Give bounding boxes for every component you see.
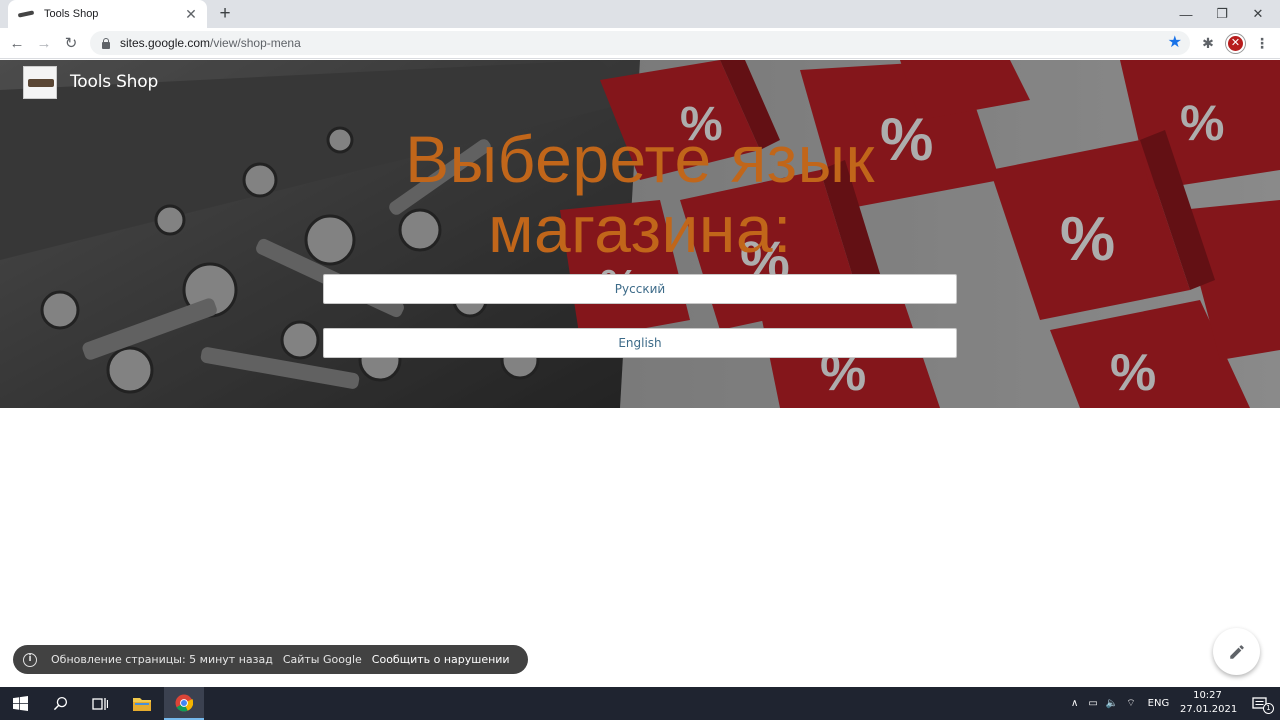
language-button-russian[interactable]: Русский [323,274,957,304]
page-updated-text: Обновление страницы: 5 минут назад [51,653,273,666]
profile-avatar[interactable]: ✕ [1226,34,1245,53]
browser-tab-strip: Tools Shop ✕ + — ❐ ✕ [0,0,1280,28]
taskbar-clock[interactable]: 10:27 27.01.2021 [1180,689,1238,717]
extensions-puzzle-icon[interactable]: ✱ [1198,33,1218,53]
start-button[interactable] [0,687,40,720]
info-icon[interactable]: i [23,652,37,667]
battery-icon[interactable]: ▭ [1088,698,1097,709]
task-view-button[interactable] [80,687,120,720]
site-logo[interactable] [23,66,57,99]
url-host: sites.google.com [120,36,211,50]
clock-date: 27.01.2021 [1180,704,1238,715]
tab-close-icon[interactable]: ✕ [183,6,199,22]
headline-line-2: магазина: [488,192,792,266]
language-button-english[interactable]: English [323,328,957,358]
lock-icon [100,37,112,49]
folder-icon [133,698,151,711]
hero-banner: % % % % % % % % Tools Shop Выберете язык… [0,60,1280,408]
browser-tab[interactable]: Tools Shop ✕ [8,0,207,28]
file-explorer-button[interactable] [122,687,162,720]
chevron-up-icon[interactable]: ∧ [1071,698,1078,709]
browser-toolbar: ← → ↻ sites.google.com /view/shop-mena ★… [0,28,1280,59]
forward-button[interactable]: → [33,33,55,55]
headline-line-1: Выберете язык [405,122,875,196]
site-title[interactable]: Tools Shop [70,72,158,92]
task-view-icon [92,697,108,710]
chrome-taskbar-button[interactable] [164,687,204,720]
google-sites-link[interactable]: Сайты Google [283,653,362,666]
input-language[interactable]: ENG [1148,698,1170,709]
volume-icon[interactable]: 🔈 [1106,698,1118,709]
report-abuse-link[interactable]: Сообщить о нарушении [372,653,510,666]
site-footer-bar: i Обновление страницы: 5 минут назад Сай… [13,645,528,674]
restore-button[interactable]: ❐ [1204,0,1240,28]
search-button[interactable] [40,687,80,720]
browser-menu-icon[interactable]: ⋮ [1252,33,1272,53]
tools-favicon-icon [18,9,36,19]
windows-taskbar: ∧ ▭ 🔈 ⌔ ENG 10:27 27.01.2021 1 [0,687,1280,720]
clock-time: 10:27 [1193,690,1222,701]
chrome-icon [175,694,193,711]
url-path: /view/shop-mena [210,36,301,50]
windows-logo-icon [12,696,28,711]
wifi-icon[interactable]: ⌔ [1126,697,1135,710]
new-tab-button[interactable]: + [214,4,236,24]
back-button[interactable]: ← [6,33,28,55]
close-window-button[interactable]: ✕ [1240,0,1276,28]
search-icon [53,696,67,711]
notification-count-badge: 1 [1263,703,1274,714]
pencil-icon [1229,644,1244,659]
action-center-button[interactable]: 1 [1240,687,1280,720]
address-bar[interactable]: sites.google.com /view/shop-mena ★ [90,31,1190,55]
system-tray: ∧ ▭ 🔈 ⌔ ENG [1071,687,1169,720]
edit-fab-button[interactable] [1213,628,1260,675]
minimize-button[interactable]: — [1168,0,1204,28]
tab-title: Tools Shop [44,8,99,20]
page-headline: Выберете язык магазина: [240,124,1040,264]
bookmark-star-icon[interactable]: ★ [1168,33,1182,53]
reload-button[interactable]: ↻ [60,33,82,55]
